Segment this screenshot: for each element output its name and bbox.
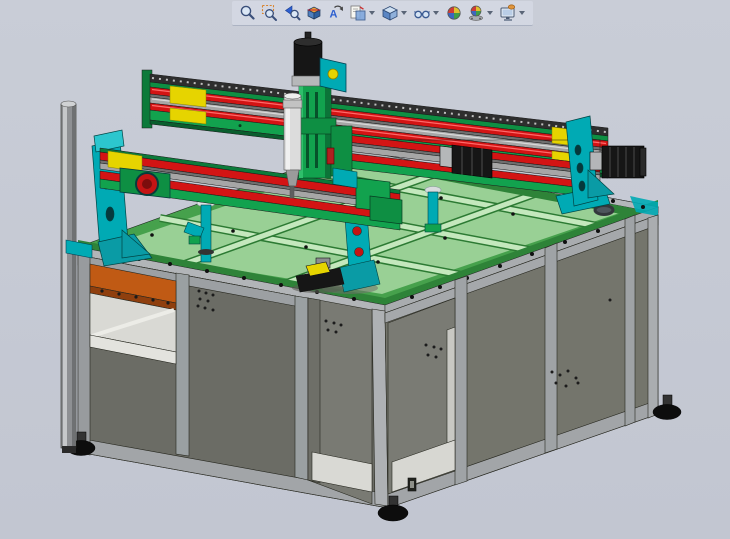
toolbar-item <box>379 3 410 23</box>
hide-show-items-button[interactable] <box>411 3 432 23</box>
z-axis-assembly[interactable] <box>294 80 357 188</box>
toolbar-item <box>281 3 302 23</box>
zoom-to-fit-button[interactable] <box>237 3 258 23</box>
spindle-tool-bit <box>290 186 294 198</box>
section-view-icon <box>305 4 323 22</box>
view-settings-dropdown-arrow[interactable] <box>519 11 525 15</box>
previous-view-button[interactable] <box>281 3 302 23</box>
view-orientation-button[interactable] <box>347 3 368 23</box>
dynamic-annotation-views-button[interactable]: A <box>325 3 346 23</box>
edit-appearance-icon <box>445 4 463 22</box>
zoom-to-fit-icon <box>239 4 257 22</box>
spindle-stepper-motor[interactable] <box>292 32 324 86</box>
display-style-button[interactable] <box>379 3 400 23</box>
edit-appearance-button[interactable] <box>443 3 464 23</box>
graphics-area[interactable]: A <box>0 0 730 539</box>
display-style-icon <box>381 4 399 22</box>
toolbar-item <box>347 3 378 23</box>
apply-scene-icon <box>467 4 485 22</box>
toolbar-item <box>411 3 442 23</box>
z-axis-housing[interactable] <box>320 58 346 92</box>
toolbar-item <box>497 3 528 23</box>
hide-show-items-dropdown-arrow[interactable] <box>433 11 439 15</box>
right-bay <box>388 298 455 494</box>
toolbar-item <box>303 3 324 23</box>
display-style-dropdown-arrow[interactable] <box>401 11 407 15</box>
svg-text:A: A <box>329 9 337 21</box>
zoom-to-area-button[interactable] <box>259 3 280 23</box>
apply-scene-button[interactable] <box>465 3 486 23</box>
toolbar-item <box>259 3 280 23</box>
yellow-sleeve <box>170 86 206 107</box>
toolbar-item <box>443 3 464 23</box>
toolbar-item: A <box>325 3 346 23</box>
zoom-to-area-icon <box>261 4 279 22</box>
center-bay <box>308 298 372 504</box>
toolbar-item <box>237 3 258 23</box>
door-latch[interactable] <box>408 478 416 491</box>
left-bay <box>90 264 176 364</box>
previous-view-icon <box>283 4 301 22</box>
apply-scene-dropdown-arrow[interactable] <box>487 11 493 15</box>
view-settings-button[interactable] <box>497 3 518 23</box>
cad-model[interactable] <box>0 0 730 539</box>
hide-show-items-icon <box>413 4 431 22</box>
toolbar-item <box>465 3 496 23</box>
dynamic-annotation-views-icon: A <box>327 4 345 22</box>
view-orientation-icon <box>349 4 367 22</box>
section-view-button[interactable] <box>303 3 324 23</box>
view-orientation-dropdown-arrow[interactable] <box>369 11 375 15</box>
heads-up-view-toolbar: A <box>232 1 533 26</box>
view-settings-icon <box>499 4 517 22</box>
